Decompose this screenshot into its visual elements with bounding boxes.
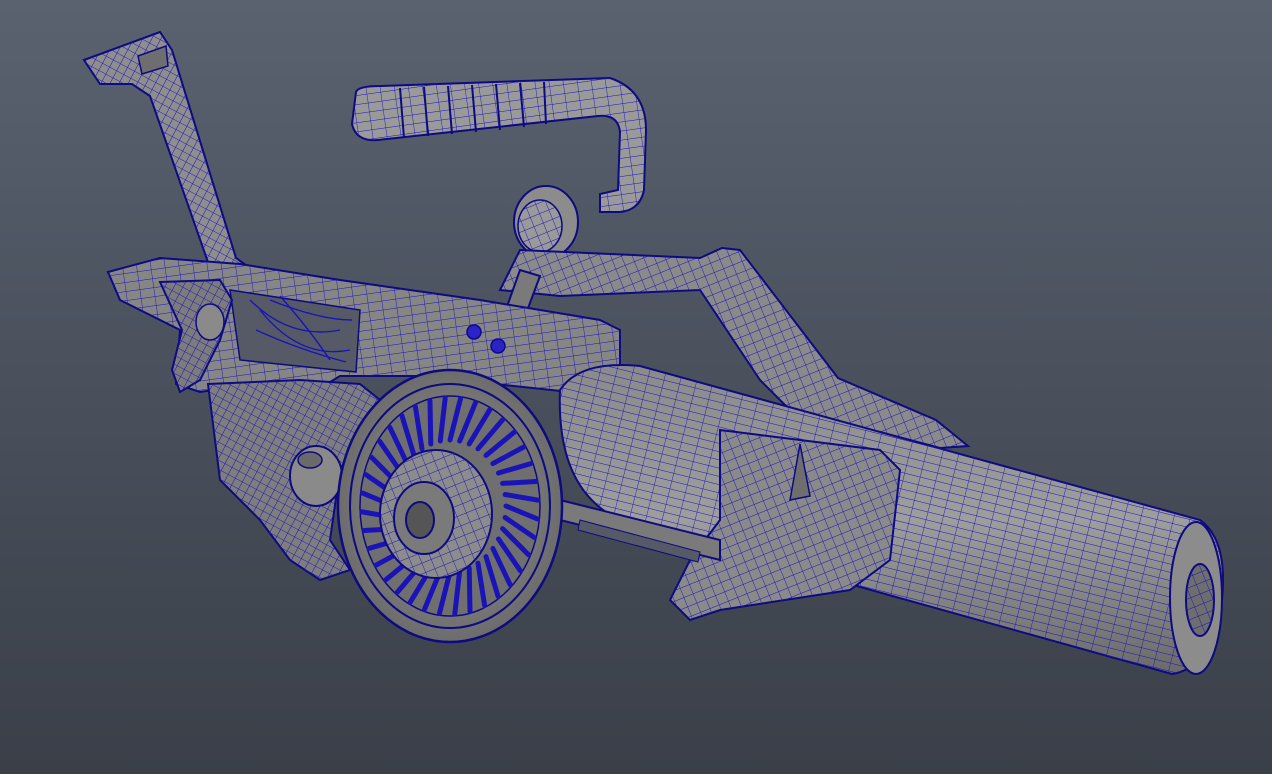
wireframe-scene[interactable] [0,0,1272,774]
stock-part[interactable] [82,30,252,284]
fan-spoke [427,398,434,447]
fan-wheel-part[interactable] [336,368,564,644]
fan-spoke [466,565,473,614]
fan-spoke [500,479,539,486]
top-handle-part[interactable] [350,76,648,259]
3d-viewport[interactable] [0,0,1272,774]
